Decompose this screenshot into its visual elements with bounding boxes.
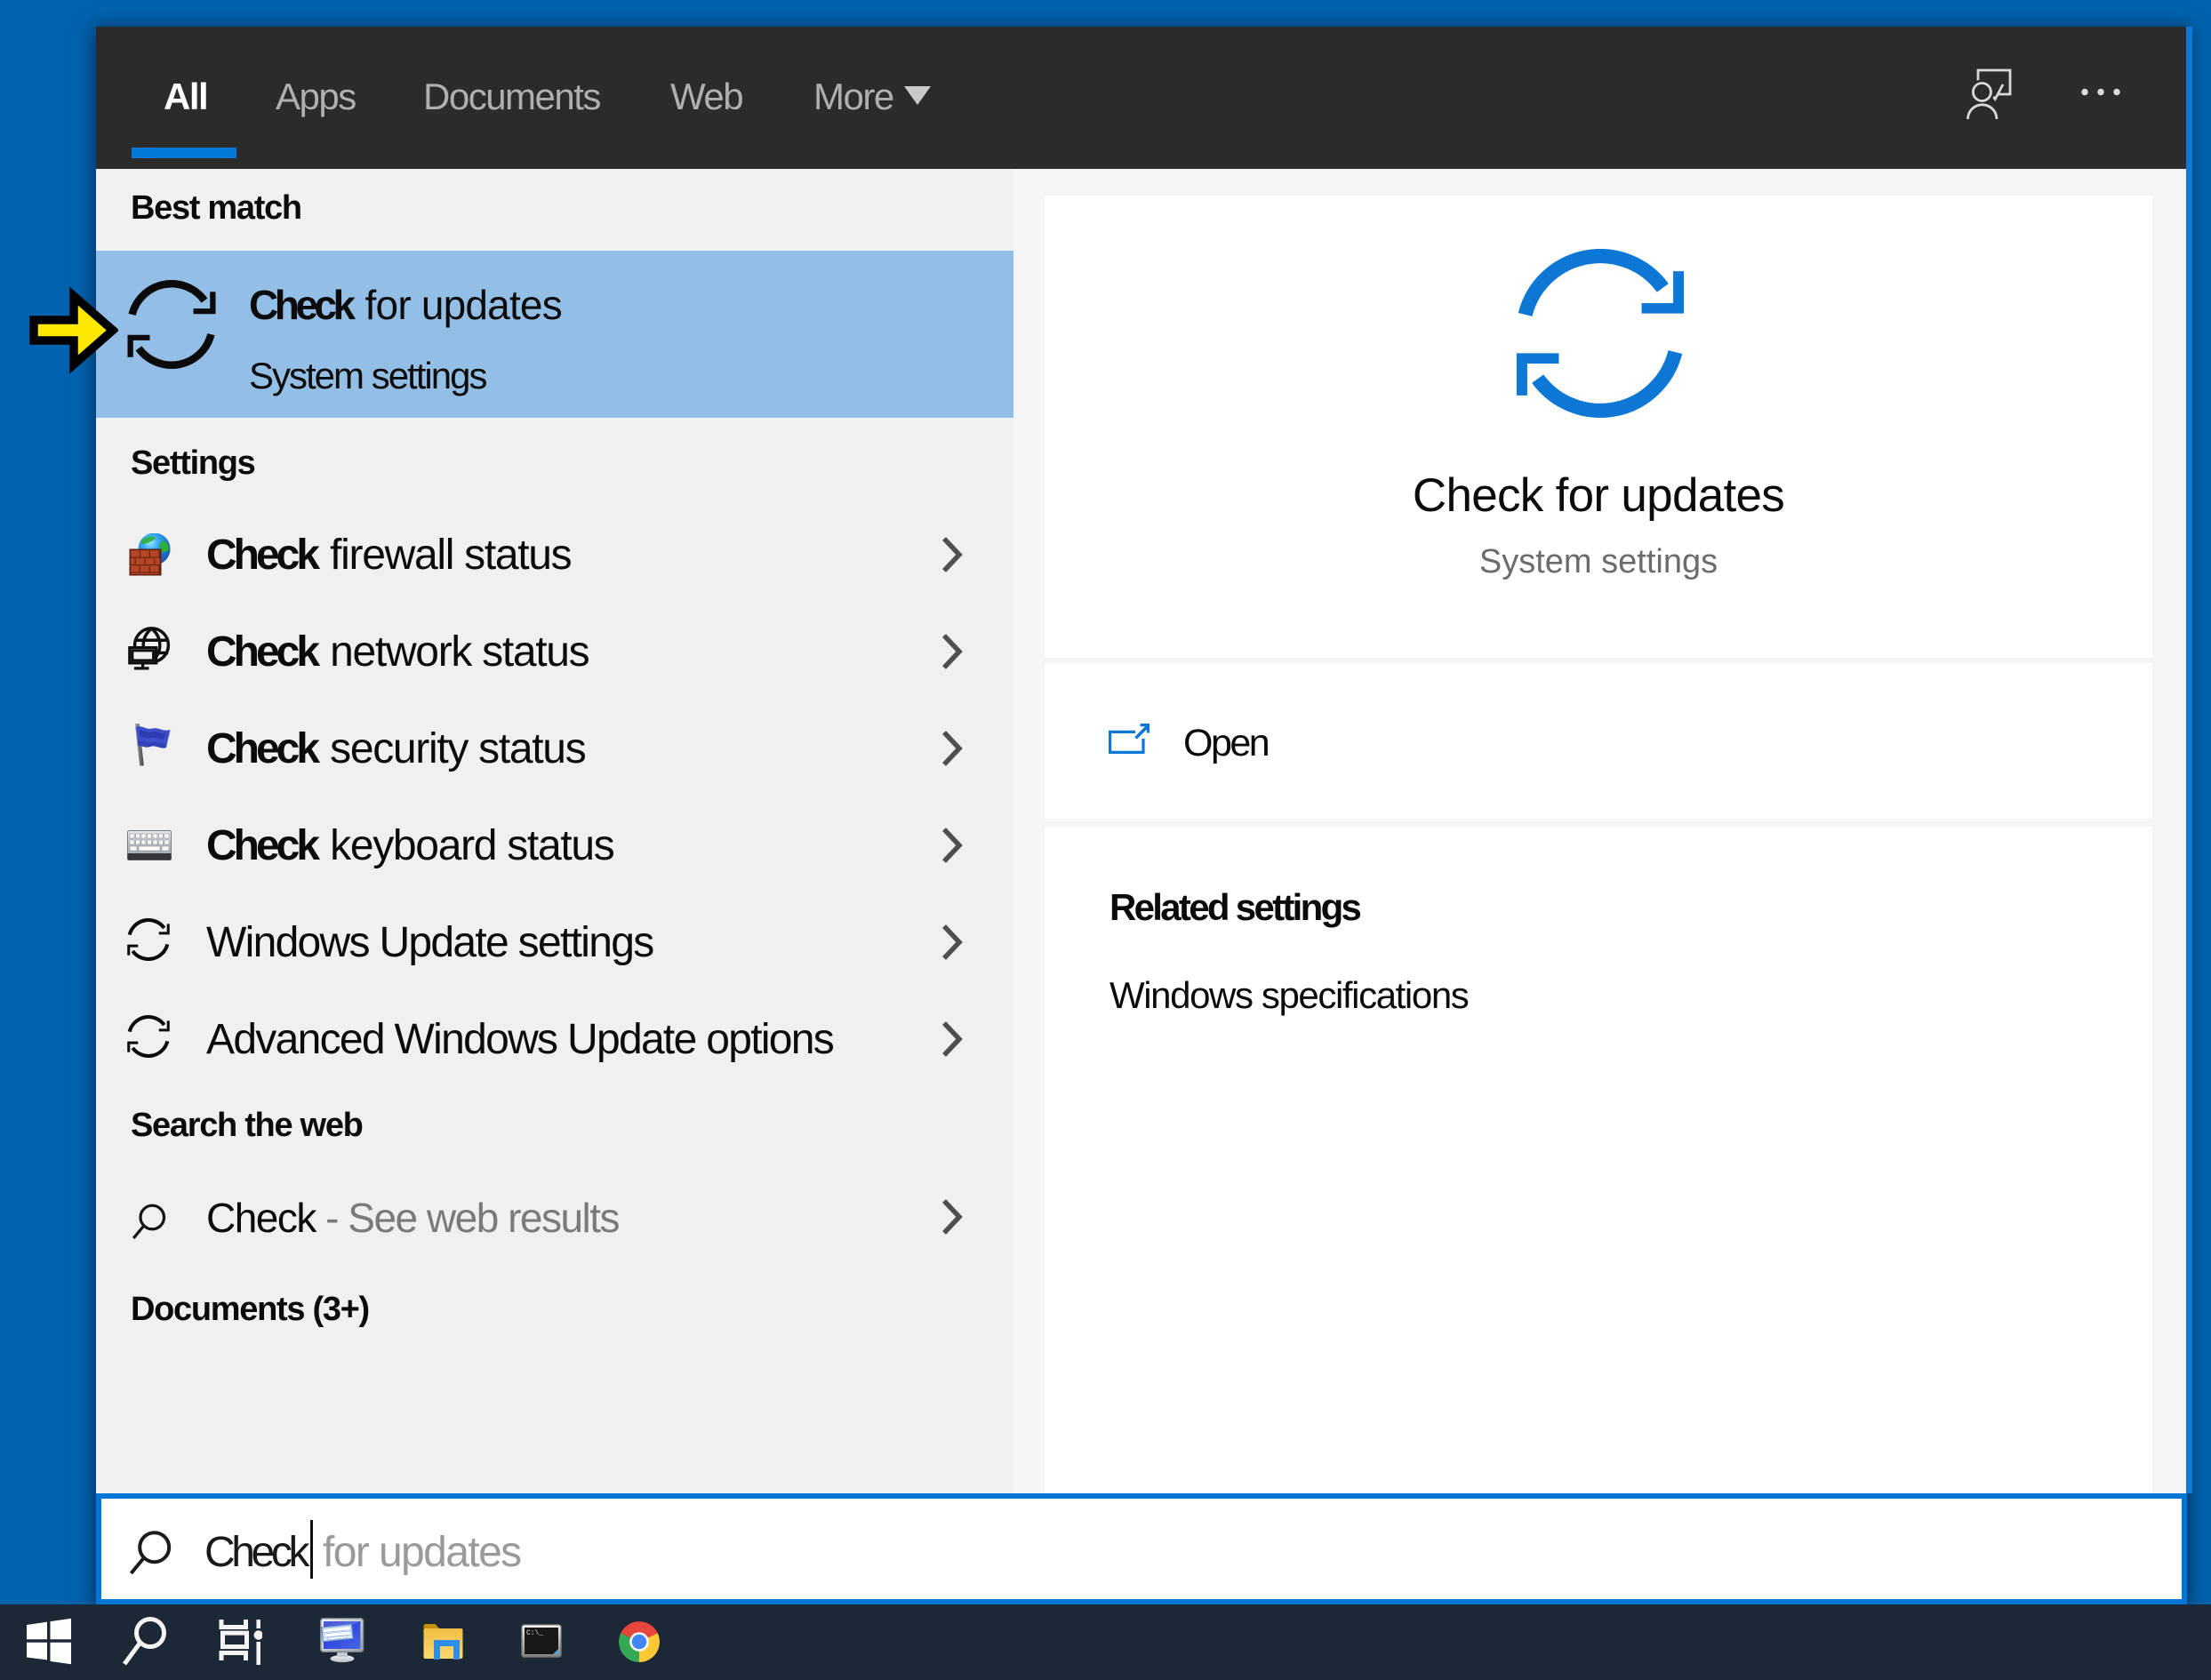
svg-text:C:\_: C:\_ [526, 1629, 543, 1637]
